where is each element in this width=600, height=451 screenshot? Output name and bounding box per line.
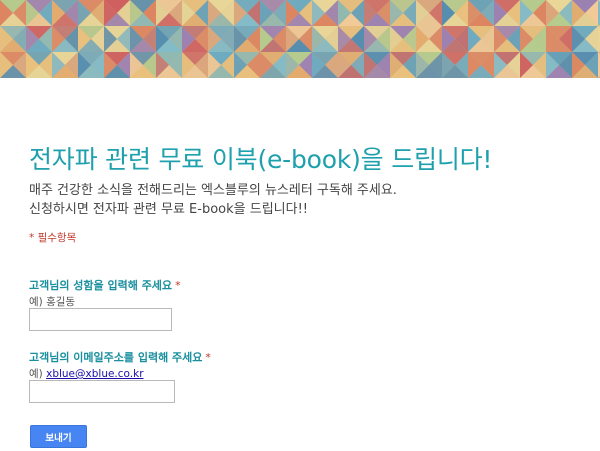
required-star: * — [205, 351, 211, 364]
required-star: * — [175, 279, 181, 292]
email-question-label: 고객님의 이메일주소를 입력해 주세요 * — [29, 349, 211, 365]
banner-pattern-image — [0, 0, 600, 78]
name-question-text: 고객님의 성함을 입력해 주세요 — [29, 279, 173, 292]
name-hint: 예) 홍길동 — [29, 296, 76, 308]
description-line-2: 신청하시면 전자파 관련 무료 E-book을 드립니다!! — [29, 202, 308, 217]
email-example-link[interactable]: xblue@xblue.co.kr — [46, 368, 143, 380]
header-banner — [0, 0, 600, 78]
email-hint: 예) xblue@xblue.co.kr — [29, 366, 144, 381]
email-input[interactable] — [29, 380, 175, 403]
email-hint-prefix: 예) — [29, 368, 43, 380]
form-title: 전자파 관련 무료 이북(e-book)을 드립니다! — [29, 145, 493, 174]
form-container: 전자파 관련 무료 이북(e-book)을 드립니다! 매주 건강한 소식을 전… — [0, 78, 600, 451]
description-line-1: 매주 건강한 소식을 전해드리는 엑스블루의 뉴스레터 구독해 주세요. — [29, 183, 397, 198]
required-note: * 필수항목 — [29, 232, 77, 244]
email-question-text: 고객님의 이메일주소를 입력해 주세요 — [29, 351, 203, 364]
submit-button[interactable]: 보내기 — [30, 425, 87, 448]
form-description: 매주 건강한 소식을 전해드리는 엑스블루의 뉴스레터 구독해 주세요. 신청하… — [29, 181, 397, 219]
name-input[interactable] — [29, 308, 172, 331]
banner-overlay — [0, 0, 600, 78]
name-question-label: 고객님의 성함을 입력해 주세요 * — [29, 277, 181, 293]
